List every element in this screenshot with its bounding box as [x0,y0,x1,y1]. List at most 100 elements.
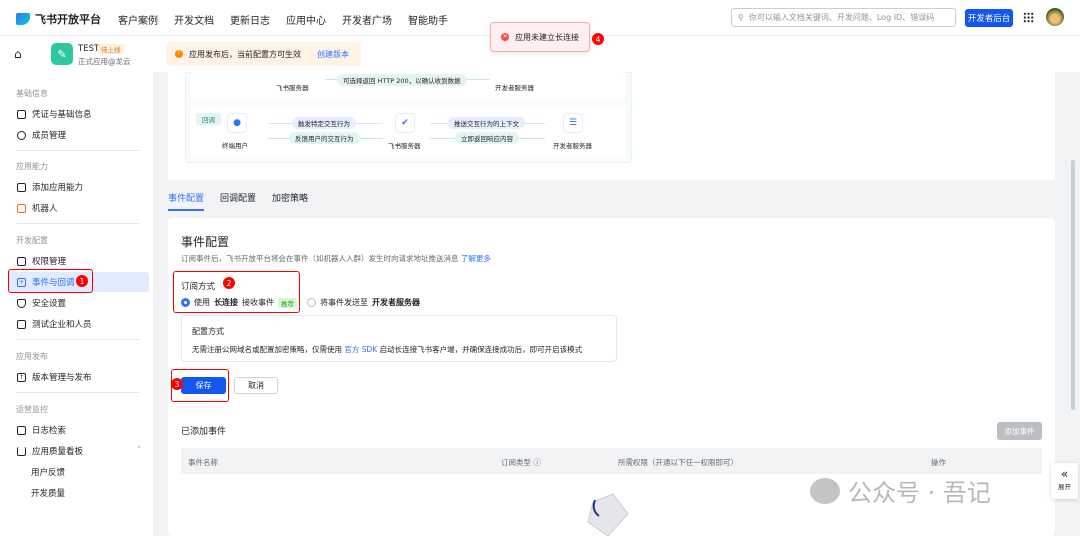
option-text: 开发者服务器 [372,298,420,307]
step-marker-4: 4 [592,33,604,45]
sidebar-item-label: 添加应用能力 [32,183,84,193]
sidebar-subitem-dev-quality[interactable]: 开发质量 [8,483,149,503]
events-table-header: 事件名称 订阅类型 ⓘ 所需权限（开通以下任一权限即可） 操作 [181,448,1042,474]
sidebar-item-credentials[interactable]: 凭证与基础信息 [8,104,149,124]
user-add-icon [17,130,26,140]
watermark-text: 公众号 · 吾记 [848,479,991,507]
sidebar-item-add-capability[interactable]: 添加应用能力 [8,177,149,197]
feishu-logo-icon [16,13,30,25]
test-icon [17,319,26,329]
lock-box-icon [17,256,26,266]
chevron-up-icon[interactable]: ˄ [137,446,141,456]
sidebar-item-label: 日志检索 [32,426,67,436]
diagram-label: 开发者服务器 [495,84,534,92]
sidebar-section-title: 应用能力 [16,162,48,171]
id-card-icon [17,109,26,119]
sidebar-section-title: 应用发布 [16,352,48,361]
official-sdk-link[interactable]: 官方 SDK [344,345,377,354]
nav-link[interactable]: 应用中心 [286,12,326,27]
avatar[interactable] [1046,8,1064,26]
brand-name: 飞书开放平台 [35,13,101,26]
option-text: 将事件发送至 [320,298,368,307]
search-icon: ⚲ [738,13,744,22]
sidebar: 基础信息 凭证与基础信息 成员管理 应用能力 添加应用能力 机器人 开发配置 权… [0,72,153,536]
radio-unselected-icon [307,298,316,307]
sidebar-item-logs[interactable]: 日志检索 [8,420,149,440]
scrollbar[interactable] [1071,160,1075,410]
app-status-badge: 待上线 [98,44,124,54]
learn-more-link[interactable]: 了解更多 [461,254,491,263]
diagram-pill: 触发特定交互行为 [292,117,356,129]
sidebar-item-label: 成员管理 [32,131,67,141]
nav-link[interactable]: 开发文档 [174,12,214,27]
sidebar-item-security[interactable]: 安全设置 [8,293,149,313]
added-events-title: 已添加事件 [181,427,227,437]
diagram-label: 飞书服务器 [388,142,421,150]
sidebar-section-title: 运营监控 [16,405,48,414]
sidebar-item-versions[interactable]: ↑ 版本管理与发布 [8,367,149,387]
step-marker-3: 3 [171,378,183,390]
sidebar-item-label: 安全设置 [32,299,67,309]
double-chevron-left-icon: « [1060,467,1069,481]
publish-notice: ! 应用发布后，当前配置方可生效 创建版本 [166,42,361,66]
sidebar-item-label: 凭证与基础信息 [32,110,92,120]
diagram-label: 飞书服务器 [276,84,309,92]
sidebar-item-label: 机器人 [32,204,58,214]
upload-icon: ↑ [17,372,26,382]
search-input[interactable]: ⚲ 你可以输入文档关键词、开发问题、Log ID、错误码 [731,8,956,27]
sidebar-section-title: 基础信息 [16,89,48,98]
config-method-title: 配置方式 [192,327,224,336]
config-method-desc: 无需注册公网域名或配置加密策略，仅需使用 官方 SDK 启动长连接飞书客户端，并… [192,344,582,355]
sidebar-item-test-tenants[interactable]: 测试企业和人员 [8,314,149,334]
column-header: 事件名称 [188,458,218,467]
config-method-box: 配置方式 无需注册公网域名或配置加密策略，仅需使用 官方 SDK 启动长连接飞书… [181,315,617,362]
divider [16,392,140,393]
server-icon: ☰ [563,113,583,133]
toast-text: 应用未建立长连接 [515,32,579,42]
cancel-button[interactable]: 取消 [234,377,278,394]
nav-link[interactable]: 客户案例 [118,12,158,27]
brand-logo[interactable]: 飞书开放平台 [16,11,101,27]
section-title: 事件配置 [181,235,230,249]
nav-link[interactable]: 开发者广场 [342,12,392,27]
error-icon: ✕ [501,33,509,41]
sidebar-item-label: 测试企业和人员 [32,320,92,330]
sidebar-item-permissions[interactable]: 权限管理 [8,251,149,271]
config-tabs: 事件配置 回调配置 加密策略 [168,191,308,211]
tab-event-config[interactable]: 事件配置 [168,191,205,211]
wechat-icon [810,477,840,504]
diagram-pill: 推送交互行为的上下文 [448,117,525,129]
diagram-pill: 反馈用户的交互行为 [289,132,360,144]
divider [16,150,140,151]
create-version-link[interactable]: 创建版本 [317,49,349,60]
tab-callback-config[interactable]: 回调配置 [220,191,256,211]
section-description: 订阅事件后，飞书开放平台将会在事件（如机器人入群）发生时向请求地址推送消息 了解… [181,253,491,264]
robot-icon [17,203,26,213]
notice-text: 应用发布后，当前配置方可生效 [189,49,301,59]
apps-grid-icon[interactable] [1023,12,1034,23]
developer-console-button[interactable]: 开发者后台 [965,9,1013,27]
divider [16,339,140,340]
log-search-icon [17,425,26,435]
expand-panel-button[interactable]: « 展开 [1051,463,1078,499]
description-text: 订阅事件后，飞书开放平台将会在事件（如机器人入群）发生时向请求地址推送消息 [181,254,459,263]
diagram-label: 终端用户 [222,142,248,150]
nav-links: 客户案例 开发文档 更新日志 应用中心 开发者广场 智能助手 [118,12,448,27]
radio-developer-server[interactable]: 将事件发送至 开发者服务器 [307,297,420,308]
tab-encryption[interactable]: 加密策略 [272,191,308,211]
app-icon: ✎ [51,43,73,65]
sidebar-item-members[interactable]: 成员管理 [8,125,149,145]
feishu-server-icon: ✔ [395,113,415,133]
nav-link[interactable]: 智能助手 [408,12,448,27]
nav-link[interactable]: 更新日志 [230,12,270,27]
add-event-button[interactable]: 添加事件 [997,422,1042,440]
sidebar-item-quality-board[interactable]: 应用质量看板 ˄ [8,441,149,461]
sidebar-item-bot[interactable]: 机器人 [8,198,149,218]
diagram-pill: 立即返回响应内容 [455,132,519,144]
diagram-pill: 可选择返回 HTTP 200，以确认收到数据 [337,74,467,86]
bar-chart-icon [17,446,26,456]
column-header: 所需权限（开通以下任一权限即可） [618,458,738,467]
sidebar-section-title: 开发配置 [16,236,48,245]
sidebar-subitem-feedback[interactable]: 用户反馈 [8,462,149,482]
home-icon[interactable]: ⌂ [14,47,22,61]
